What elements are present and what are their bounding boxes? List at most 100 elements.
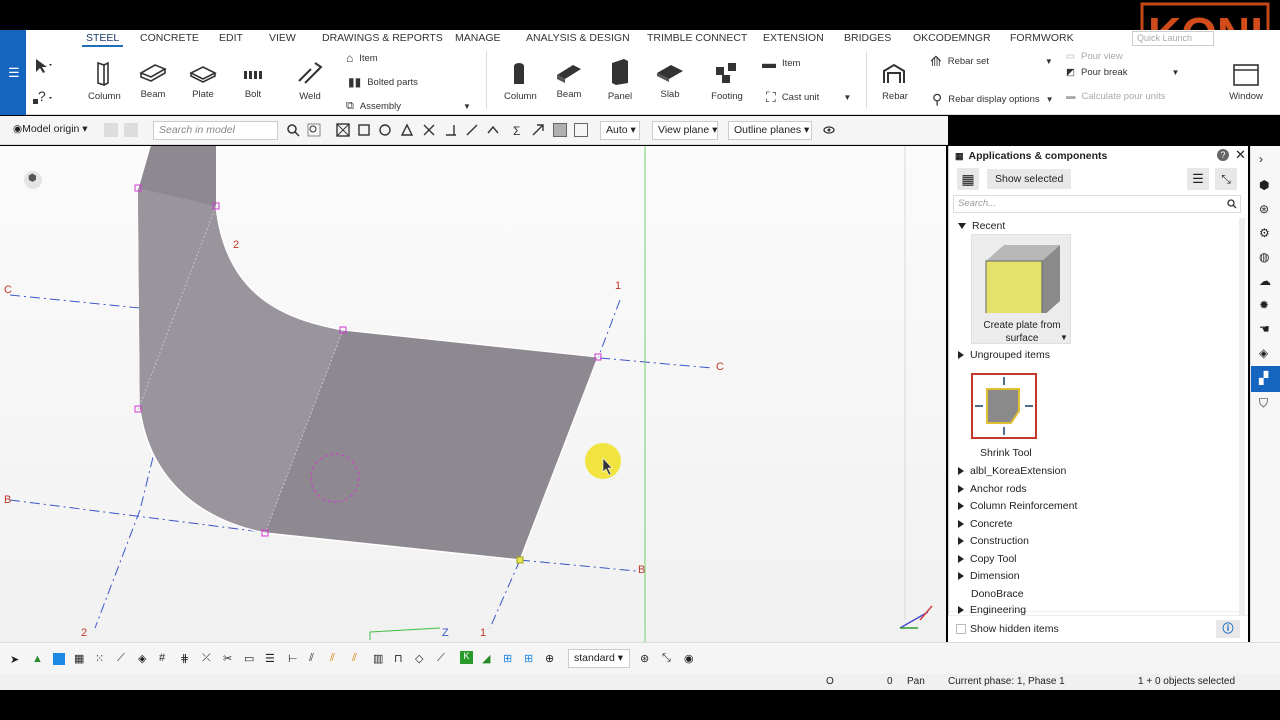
visibility-icon[interactable]: ◉ — [684, 652, 694, 665]
auto-dropdown[interactable]: Auto ▾ — [600, 121, 640, 140]
steel-column-button[interactable]: Column — [88, 61, 121, 102]
origin-list-icon[interactable] — [124, 123, 138, 137]
smart-select-icon[interactable]: ? — [32, 87, 54, 107]
tab-manage[interactable]: MANAGE — [455, 32, 501, 44]
standard-dropdown[interactable]: standard ▾ — [568, 649, 630, 668]
tab-trimble-connect[interactable]: TRIMBLE CONNECT — [647, 32, 747, 44]
concrete-item-button[interactable]: ▬ Item — [762, 55, 800, 71]
recent-group[interactable]: Recent — [958, 220, 1005, 232]
search-icon[interactable] — [286, 123, 300, 137]
snap-settings-icon[interactable]: ⊛ — [640, 652, 649, 665]
snap-cross-icon[interactable] — [422, 123, 436, 137]
shrink-tool-tile[interactable] — [971, 373, 1037, 439]
tab-steel[interactable]: STEEL — [81, 32, 124, 47]
view-plane-dropdown[interactable]: View plane ▾ — [652, 121, 718, 140]
assembly-button[interactable]: ⧉ Assembly ▼ — [346, 100, 471, 113]
rebar-display-options-button[interactable]: ⚲ Rebar display options ▼ — [932, 91, 1054, 108]
rebar-button[interactable]: Rebar — [878, 61, 912, 102]
snap-extension-icon[interactable] — [531, 123, 545, 137]
pour-view-button[interactable]: ▭ Pour view — [1066, 51, 1123, 62]
pour-break-button[interactable]: ◩ Pour break ▼ — [1066, 67, 1179, 78]
tab-view[interactable]: VIEW — [269, 32, 296, 44]
cube-icon[interactable]: ◈ — [1259, 346, 1273, 360]
select-pour-icon[interactable]: ⫽ — [352, 652, 357, 665]
select-arrow-icon[interactable]: ➤ — [10, 653, 19, 666]
plane-snap-icon[interactable] — [553, 123, 567, 137]
select-arrow-icon[interactable] — [32, 57, 54, 75]
chevron-down-icon[interactable]: ▼ — [843, 93, 851, 102]
add-origin-icon[interactable] — [104, 123, 118, 137]
tab-analysis-design[interactable]: ANALYSIS & DESIGN — [526, 32, 630, 44]
chevron-down-icon[interactable]: ▼ — [1045, 57, 1053, 66]
cast-unit-button[interactable]: ⛶ Cast unit ▼ — [766, 89, 851, 106]
tag-icon[interactable]: ⛉ — [1259, 396, 1273, 410]
view-cube-icon[interactable]: ⬢ — [24, 171, 42, 189]
select-drawing-icon[interactable]: ▥ — [373, 652, 383, 665]
info-icon[interactable]: ⓘ — [1216, 620, 1240, 638]
select-assembly-icon[interactable]: ▦ — [74, 652, 84, 665]
select-filter-pointer-icon[interactable]: ⤡ — [662, 652, 671, 665]
footing-button[interactable]: Footing — [710, 59, 744, 102]
window-button[interactable]: Window — [1226, 63, 1266, 102]
select-welds-icon[interactable]: ⤫ — [202, 652, 211, 665]
panel-search-input[interactable]: Search... — [953, 195, 1241, 213]
select-gridline-icon[interactable]: ⋕ — [180, 652, 189, 665]
select-part-icon[interactable]: ▲ — [32, 653, 43, 665]
show-hidden-checkbox[interactable] — [956, 624, 966, 634]
steel-item-button[interactable]: ⌂ Item — [346, 51, 378, 65]
search-model-input[interactable]: Search in model — [153, 121, 278, 140]
tree-group-item[interactable]: Construction — [958, 535, 1029, 547]
tree-group-item[interactable]: Concrete — [958, 518, 1013, 530]
tree-group-item[interactable]: Copy Tool — [958, 553, 1017, 565]
tree-group-item[interactable]: Anchor rods — [958, 483, 1027, 495]
properties-icon[interactable]: ⚙ — [1259, 226, 1273, 240]
chevron-down-icon[interactable]: ▼ — [463, 102, 471, 111]
rebar-set-button[interactable]: ⟰ Rebar set ▼ — [930, 53, 1053, 70]
steel-beam-button[interactable]: Beam — [138, 61, 168, 100]
sum-icon[interactable]: Σ — [510, 123, 524, 137]
tab-bridges[interactable]: BRIDGES — [844, 32, 891, 44]
grid-snap-icon[interactable] — [574, 123, 588, 137]
select-grid-icon[interactable]: # — [159, 652, 165, 664]
panel-button[interactable]: Panel — [605, 57, 635, 102]
tab-drawings-reports[interactable]: DRAWINGS & REPORTS — [322, 32, 443, 44]
tree-group-item[interactable]: Engineering — [958, 604, 1026, 615]
pin-icon[interactable]: ⤡ — [1215, 168, 1237, 190]
weld-button[interactable]: Weld — [294, 59, 326, 102]
select-component-icon[interactable] — [53, 653, 65, 665]
create-plate-from-surface-tile[interactable]: Create plate from surface ▼ — [971, 234, 1071, 344]
select-zoom-icon[interactable]: ⊕ — [545, 652, 554, 665]
select-object-type-icon[interactable]: K — [460, 651, 473, 664]
select-rebar-icon[interactable]: ⫽ — [309, 652, 314, 665]
settings-icon[interactable]: ✹ — [1259, 298, 1273, 312]
snap-triangle-icon[interactable] — [400, 123, 414, 137]
chevron-down-icon[interactable]: ▼ — [1060, 333, 1068, 342]
close-icon[interactable]: ✕ — [1235, 147, 1246, 163]
ungrouped-items-group[interactable]: Ungrouped items — [958, 349, 1050, 361]
tree-group-item[interactable]: Column Reinforcement — [958, 500, 1077, 512]
tree-group-item[interactable]: albl_KoreaExtension — [958, 465, 1066, 477]
outline-planes-dropdown[interactable]: Outline planes ▾ — [728, 121, 812, 140]
model-drawing[interactable] — [0, 146, 946, 642]
tree-leaf-item[interactable]: DonoBrace — [971, 588, 1024, 600]
select-rebar-group-icon[interactable]: ⊓ — [394, 652, 403, 665]
chevron-down-icon[interactable]: ▼ — [1171, 68, 1179, 77]
steel-plate-button[interactable]: Plate — [188, 61, 218, 100]
model-icon[interactable]: ⬢ — [1259, 178, 1273, 192]
applications-tab[interactable]: ▞ — [1251, 366, 1280, 392]
view-icon[interactable]: ⊛ — [1259, 202, 1273, 216]
select-plane-icon[interactable]: ◇ — [415, 652, 423, 665]
snap-line-icon[interactable] — [465, 123, 479, 137]
tab-formwork[interactable]: FORMWORK — [1010, 32, 1074, 44]
snap-free-icon[interactable] — [486, 123, 500, 137]
concrete-column-button[interactable]: Column — [504, 61, 537, 102]
tab-okcodemngr[interactable]: OKCODEMNGR — [913, 32, 991, 44]
select-edge-icon[interactable]: ⟋ — [437, 652, 445, 665]
snap-perpendicular-icon[interactable] — [444, 123, 458, 137]
snap-circle-icon[interactable] — [378, 123, 392, 137]
select-reference-icon[interactable]: ⊢ — [288, 652, 298, 665]
list-view-icon[interactable]: ☰ — [1187, 168, 1209, 190]
bolt-button[interactable]: Bolt — [238, 65, 268, 100]
chevron-down-icon[interactable]: ▼ — [1046, 95, 1054, 104]
concrete-beam-button[interactable]: Beam — [554, 61, 584, 100]
